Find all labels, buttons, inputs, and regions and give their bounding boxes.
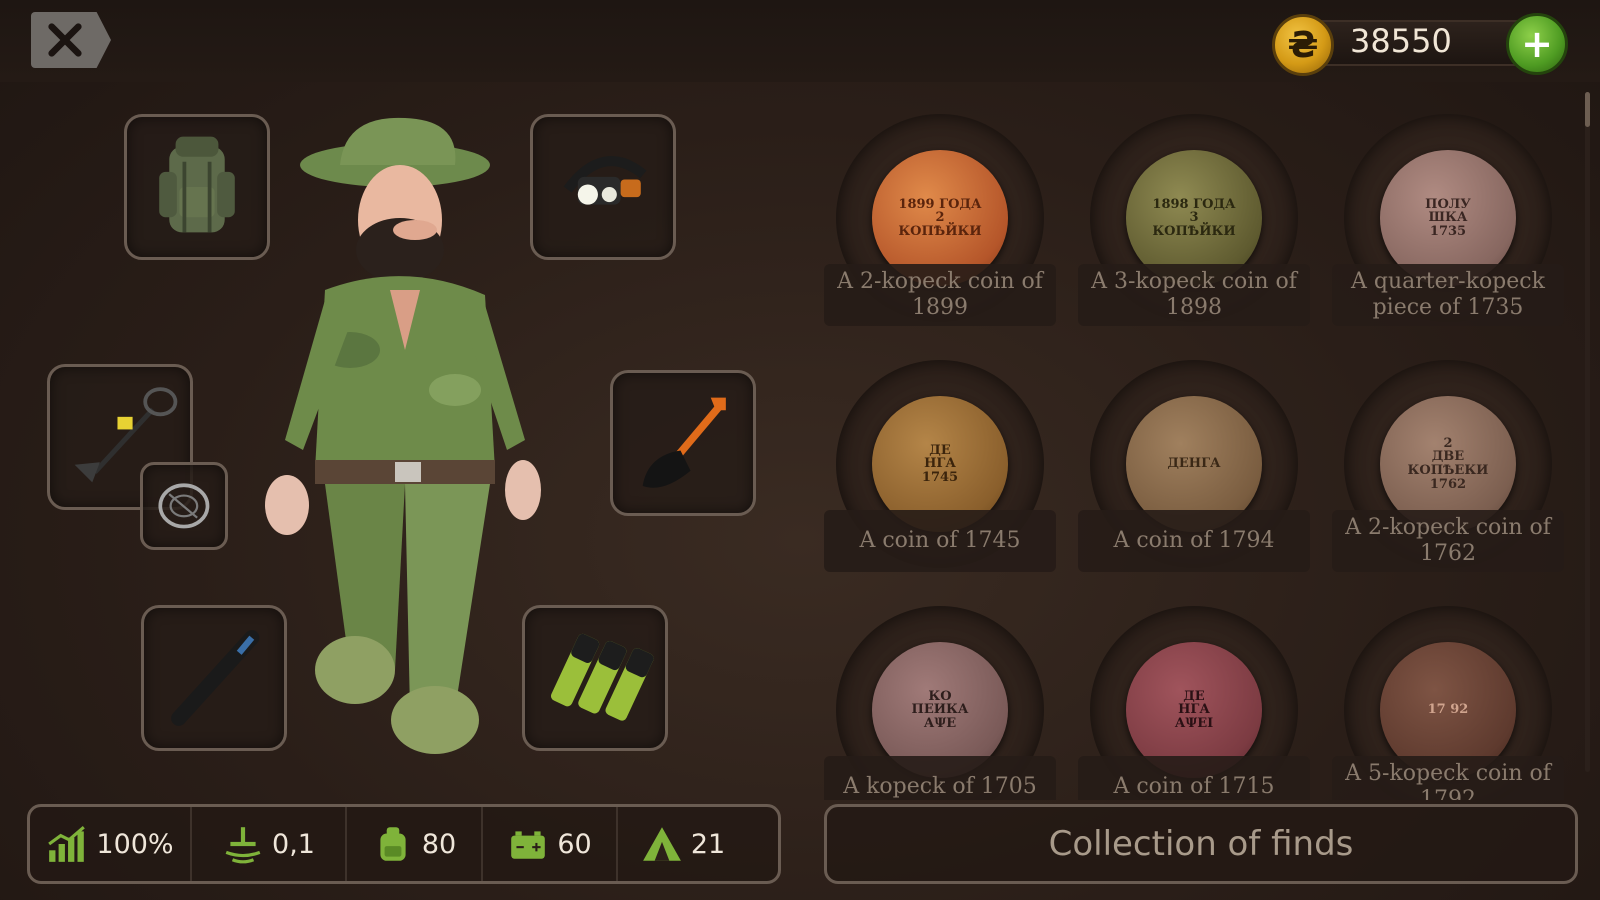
stat-level: 100% xyxy=(30,807,192,881)
coin-card[interactable]: 2 ДВЕ КОПѢЕКИ 1762 A 2-kopeck coin of 1762 xyxy=(1332,360,1564,600)
battery-icon xyxy=(511,831,546,859)
coin-card[interactable]: 17 92 A 5-kopeck coin of 1792 xyxy=(1332,606,1564,800)
coin-card[interactable]: КО ПЕИКА АΨЕ A kopeck of 1705 xyxy=(824,606,1056,800)
stat-camp-value: 21 xyxy=(690,828,726,860)
tent-icon xyxy=(642,827,681,861)
coin-card[interactable]: ДЕ НГА АΨЕI A coin of 1715 xyxy=(1078,606,1310,800)
stat-camp: 21 xyxy=(618,807,748,881)
backpack-icon xyxy=(159,136,235,233)
balance-value: 38550 xyxy=(1350,22,1452,60)
scroll-thumb[interactable] xyxy=(1585,92,1590,127)
currency-icon: ₴ xyxy=(1272,14,1334,76)
coin-label: A kopeck of 1705 xyxy=(824,756,1056,800)
depth-icon xyxy=(225,827,261,864)
stat-depth: 0,1 xyxy=(192,807,347,881)
stat-level-value: 100% xyxy=(96,828,174,860)
plus-icon: + xyxy=(1521,22,1553,66)
stats-bar: 100% 0,1 80 60 21 xyxy=(27,804,781,884)
coin-card[interactable]: 1898 ГОДА 3 КОПѢЙКИ A 3-kopeck coin of 189… xyxy=(1078,114,1310,354)
coin-label: A 3-kopeck coin of 1898 xyxy=(1078,264,1310,326)
close-icon xyxy=(48,23,82,57)
coin-collection-grid: 1899 ГОДА 2 КОПѢЙКИ A 2-kopeck coin of 189… xyxy=(820,100,1580,800)
stat-battery-value: 60 xyxy=(557,828,592,860)
coin-label: A 5-kopeck coin of 1792 xyxy=(1332,756,1564,800)
coin-label: A coin of 1794 xyxy=(1078,510,1310,572)
coin-card[interactable]: 1899 ГОДА 2 КОПѢЙКИ A 2-kopeck coin of 189… xyxy=(824,114,1056,354)
collection-scrollbar[interactable] xyxy=(1585,92,1590,772)
detector-coil-slot[interactable] xyxy=(140,462,228,550)
level-bars-icon xyxy=(48,826,86,862)
coin-card[interactable]: ПОЛУ ШКА 1735 A quarter-kopeck piece of 17… xyxy=(1332,114,1564,354)
backpack-slot[interactable] xyxy=(124,114,270,260)
coil-icon xyxy=(158,483,210,529)
stat-capacity: 80 xyxy=(347,807,483,881)
coin-card[interactable]: ДЕ НГА 1745 A coin of 1745 xyxy=(824,360,1056,600)
add-funds-button[interactable]: + xyxy=(1506,13,1568,75)
coin-label: A coin of 1745 xyxy=(824,510,1056,572)
shovel-icon xyxy=(642,397,726,488)
stat-depth-value: 0,1 xyxy=(272,828,315,860)
close-button[interactable] xyxy=(31,12,111,68)
coin-label: A coin of 1715 xyxy=(1078,756,1310,800)
backpack-icon xyxy=(380,827,406,861)
coin-label: A 2-kopeck coin of 1899 xyxy=(824,264,1056,326)
coin-label: A quarter-kopeck piece of 1735 xyxy=(1332,264,1564,326)
stat-battery: 60 xyxy=(483,807,618,881)
coin-card[interactable]: ДЕНГА A coin of 1794 xyxy=(1078,360,1310,600)
character-model xyxy=(265,117,541,754)
stat-capacity-value: 80 xyxy=(421,828,457,860)
collection-of-finds-button[interactable]: Collection of finds xyxy=(824,804,1578,884)
wallet: ₴ 38550 + xyxy=(1272,13,1572,76)
coin-label: A 2-kopeck coin of 1762 xyxy=(1332,510,1564,572)
shovel-slot[interactable] xyxy=(610,370,756,516)
